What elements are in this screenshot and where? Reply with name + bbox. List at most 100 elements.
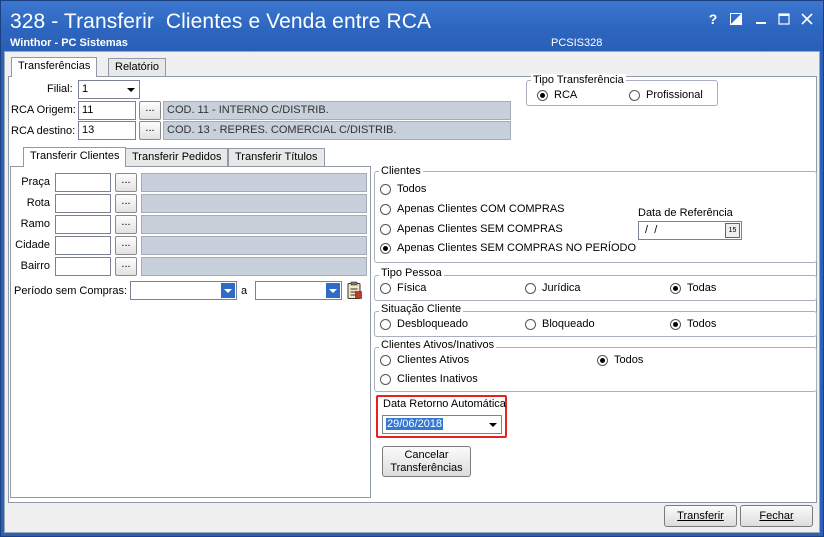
- radio-icon: [525, 319, 536, 330]
- close-button[interactable]: [798, 10, 816, 28]
- restore-panel-icon: [730, 13, 742, 25]
- filter-praca-description: [141, 173, 367, 192]
- periodo-separator: a: [241, 285, 248, 297]
- rca-origem-input[interactable]: 11: [78, 101, 136, 120]
- calendar-icon[interactable]: 15: [725, 223, 740, 238]
- maximize-button[interactable]: [775, 10, 793, 28]
- radio-clientes-com-compras[interactable]: Apenas Clientes COM COMPRAS: [380, 203, 565, 217]
- window-frame: 328 - Transferir Clientes e Venda entre …: [0, 0, 824, 537]
- restore-panel-button[interactable]: [727, 10, 745, 28]
- radio-situacao-bloqueado[interactable]: Bloqueado: [525, 318, 595, 332]
- cancelar-transferencias-button[interactable]: Cancelar Transferências: [382, 446, 471, 477]
- filter-bairro-label: Bairro: [20, 260, 50, 272]
- radio-tipo-profissional[interactable]: Profissional: [629, 89, 703, 103]
- radio-label: RCA: [554, 89, 578, 101]
- radio-label: Todas: [687, 282, 717, 294]
- clipboard-button[interactable]: [345, 281, 363, 300]
- radio-label: Física: [397, 282, 427, 294]
- radio-clientes-ativos[interactable]: Clientes Ativos: [380, 354, 469, 368]
- radio-label: Todos: [614, 354, 644, 366]
- filter-cidade-input[interactable]: [55, 236, 111, 255]
- radio-icon: [629, 90, 640, 101]
- radio-label: Todos: [397, 183, 427, 195]
- radio-clientes-sem-compras-periodo[interactable]: Apenas Clientes SEM COMPRAS NO PERÍODO: [380, 242, 636, 256]
- data-retorno-select[interactable]: 29/06/2018: [382, 415, 502, 434]
- filter-praca-input[interactable]: [55, 173, 111, 192]
- radio-icon: [525, 283, 536, 294]
- rca-destino-label: RCA destino:: [11, 125, 76, 137]
- data-referencia-value: / /: [642, 224, 658, 236]
- radio-pessoa-todas[interactable]: Todas: [670, 282, 716, 296]
- filter-ramo-input[interactable]: [55, 215, 111, 234]
- chevron-down-icon: [221, 283, 235, 298]
- filial-value: 1: [82, 83, 89, 95]
- clientes-ativos-title: Clientes Ativos/Inativos: [379, 339, 497, 351]
- filter-cidade-description: [141, 236, 367, 255]
- radio-icon: [670, 283, 681, 294]
- radio-icon: [380, 283, 391, 294]
- fechar-button[interactable]: Fechar: [740, 505, 813, 527]
- radio-tipo-rca[interactable]: RCA: [537, 89, 577, 103]
- radio-situacao-todos[interactable]: Todos: [670, 318, 716, 332]
- data-referencia-input[interactable]: / / 15: [638, 221, 742, 240]
- radio-icon: [380, 243, 391, 254]
- filter-bairro-input[interactable]: [55, 257, 111, 276]
- filter-praca-label: Praça: [21, 176, 50, 188]
- data-retorno-value: 29/06/2018: [386, 418, 444, 430]
- filter-rota-input[interactable]: [55, 194, 111, 213]
- filial-label: Filial:: [47, 83, 73, 95]
- radio-icon: [380, 184, 391, 195]
- radio-label: Clientes Inativos: [397, 373, 478, 385]
- title-bar[interactable]: 328 - Transferir Clientes e Venda entre …: [1, 1, 823, 51]
- help-icon: ?: [708, 11, 718, 27]
- filter-bairro-browse-button[interactable]: ...: [115, 257, 137, 276]
- filter-cidade-browse-button[interactable]: ...: [115, 236, 137, 255]
- rca-destino-browse-button[interactable]: ...: [139, 121, 161, 140]
- tab-transferencias[interactable]: Transferências: [11, 57, 98, 77]
- minimize-button[interactable]: [752, 10, 770, 28]
- filial-select[interactable]: 1: [78, 80, 140, 99]
- clipboard-icon: [347, 281, 362, 299]
- tab-transferir-clientes[interactable]: Transferir Clientes: [23, 147, 127, 167]
- radio-situacao-desbloqueado[interactable]: Desbloqueado: [380, 318, 468, 332]
- radio-clientes-sem-compras[interactable]: Apenas Clientes SEM COMPRAS: [380, 223, 563, 237]
- periodo-fim-select[interactable]: [255, 281, 342, 300]
- radio-icon: [537, 90, 548, 101]
- radio-icon: [380, 374, 391, 385]
- rca-origem-description: COD. 11 - INTERNO C/DISTRIB.: [163, 101, 511, 120]
- radio-pessoa-fisica[interactable]: Física: [380, 282, 426, 296]
- filter-rota-browse-button[interactable]: ...: [115, 194, 137, 213]
- radio-label: Desbloqueado: [397, 318, 468, 330]
- filter-ramo-browse-button[interactable]: ...: [115, 215, 137, 234]
- rca-destino-input[interactable]: 13: [78, 121, 136, 140]
- rca-origem-browse-button[interactable]: ...: [139, 101, 161, 120]
- radio-label: Clientes Ativos: [397, 354, 470, 366]
- radio-icon: [670, 319, 681, 330]
- filter-ramo-label: Ramo: [20, 218, 50, 230]
- radio-icon: [380, 204, 391, 215]
- clientes-title: Clientes: [379, 165, 423, 177]
- tab-relatorio[interactable]: Relatório: [108, 58, 167, 77]
- filter-rota-label: Rota: [26, 197, 50, 209]
- filter-praca-browse-button[interactable]: ...: [115, 173, 137, 192]
- transferir-button[interactable]: Transferir: [664, 505, 737, 527]
- cancelar-line1: Cancelar: [404, 449, 449, 461]
- rca-origem-label: RCA Origem:: [11, 104, 76, 116]
- periodo-inicio-select[interactable]: [130, 281, 237, 300]
- tab-transferir-pedidos[interactable]: Transferir Pedidos: [125, 148, 229, 167]
- calendar-day: 15: [728, 227, 737, 234]
- radio-clientes-todos[interactable]: Todos: [380, 183, 426, 197]
- close-icon: [801, 13, 813, 25]
- help-button[interactable]: ?: [704, 10, 722, 28]
- radio-label: Apenas Clientes COM COMPRAS: [397, 203, 565, 215]
- tab-transferir-titulos[interactable]: Transferir Títulos: [228, 148, 325, 167]
- window-title: 328 - Transferir Clientes e Venda entre …: [10, 10, 432, 33]
- radio-pessoa-juridica[interactable]: Jurídica: [525, 282, 581, 296]
- situacao-cliente-title: Situação Cliente: [379, 303, 464, 315]
- radio-clientes-inativos[interactable]: Clientes Inativos: [380, 373, 478, 387]
- radio-ativos-todos[interactable]: Todos: [597, 354, 643, 368]
- cancelar-line2: Transferências: [390, 462, 463, 474]
- window-subtitle: Winthor - PC Sistemas: [10, 37, 128, 49]
- radio-label: Profissional: [646, 89, 703, 101]
- filter-bairro-description: [141, 257, 367, 276]
